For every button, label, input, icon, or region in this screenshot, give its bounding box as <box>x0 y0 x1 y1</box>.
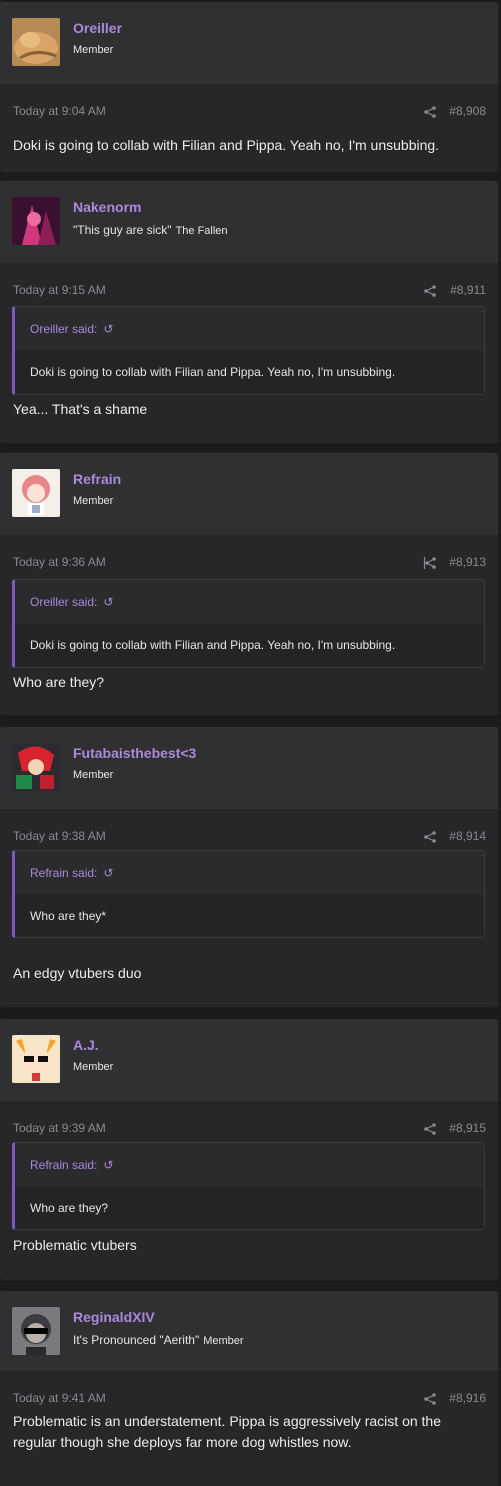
quote-block: Refrain said: ↺ Who are they* <box>12 850 485 938</box>
post-message: Yea... That's a shame <box>13 401 148 417</box>
post-number[interactable]: #8,908 <box>449 104 486 118</box>
post-message: Problematic is an understatement. Pippa … <box>13 1413 441 1450</box>
red-hair-avatar[interactable] <box>12 743 60 791</box>
username[interactable]: ReginaldXIV <box>73 1309 155 1325</box>
post-number[interactable]: #8,916 <box>449 1391 486 1405</box>
post-header: Oreiller Member <box>0 2 498 84</box>
quote-block: Oreiller said: ↺ Doki is going to collab … <box>12 579 485 668</box>
post-message: Who are they? <box>13 674 105 690</box>
share-icon[interactable] <box>423 284 437 298</box>
post-header: Refrain Member <box>0 453 498 535</box>
post: Refrain Member Today at 9:36 AM #8,913 O… <box>0 453 498 715</box>
post: A.J. Member Today at 9:39 AM #8,915 Refr… <box>0 1019 498 1280</box>
quote-header[interactable]: Refrain said: ↺ <box>15 851 484 895</box>
post-header: A.J. Member <box>0 1019 498 1101</box>
username[interactable]: Oreiller <box>73 20 122 36</box>
quote-text: Doki is going to collab with Filian and … <box>30 365 396 379</box>
jump-to-quote-icon[interactable]: ↺ <box>103 866 113 880</box>
user-role-label: Member <box>73 44 114 56</box>
share-icon[interactable] <box>423 1122 437 1136</box>
share-icon[interactable] <box>423 830 437 844</box>
sunglasses-character-avatar[interactable] <box>12 1035 60 1083</box>
username[interactable]: Nakenorm <box>73 199 141 215</box>
post: Nakenorm "This guy are sick" The Fallen T… <box>0 181 498 443</box>
post-message: Doki is going to collab with Filian and … <box>13 137 440 153</box>
quote-text: Doki is going to collab with Filian and … <box>30 638 396 652</box>
jump-to-quote-icon[interactable]: ↺ <box>103 595 113 609</box>
user-role-label: Member <box>73 769 114 781</box>
user-role-label: Member <box>203 1335 244 1347</box>
post-time[interactable]: Today at 9:36 AM <box>13 555 106 569</box>
censored-face-avatar[interactable] <box>12 1307 60 1355</box>
user-role-label: The Fallen <box>175 225 228 237</box>
quote-block: Refrain said: ↺ Who are they? <box>12 1142 485 1230</box>
quote-block: Oreiller said: ↺ Doki is going to collab … <box>12 306 485 395</box>
quote-text: Who are they? <box>30 1201 109 1215</box>
share-icon[interactable] <box>423 105 437 119</box>
quote-header[interactable]: Refrain said: ↺ <box>15 1143 484 1187</box>
user-role: Member <box>73 769 113 781</box>
pink-character-avatar[interactable] <box>12 197 60 245</box>
quote-header[interactable]: Oreiller said: ↺ <box>15 580 484 624</box>
quote-author[interactable]: Oreiller said: ↺ <box>30 595 113 609</box>
post-message: Problematic vtubers <box>13 1237 137 1253</box>
post-message: An edgy vtubers duo <box>13 965 142 981</box>
username[interactable]: Refrain <box>73 471 121 487</box>
user-title: "This guy are sick" <box>73 223 172 237</box>
user-role: Member <box>73 1061 113 1073</box>
user-role-label: Member <box>73 495 114 507</box>
quote-text: Who are they* <box>30 909 107 923</box>
cat-avatar[interactable] <box>12 18 60 66</box>
quote-author[interactable]: Refrain said: ↺ <box>30 1158 113 1172</box>
post-header: Nakenorm "This guy are sick" The Fallen <box>0 181 498 263</box>
username[interactable]: A.J. <box>73 1037 99 1053</box>
quote-author[interactable]: Oreiller said: ↺ <box>30 322 113 336</box>
post-time[interactable]: Today at 9:38 AM <box>13 829 106 843</box>
user-role: "This guy are sick" The Fallen <box>73 223 228 237</box>
user-role: Member <box>73 495 113 507</box>
share-icon[interactable] <box>423 556 437 570</box>
post-number[interactable]: #8,914 <box>449 829 486 843</box>
post-time[interactable]: Today at 9:04 AM <box>13 104 106 118</box>
post-header: ReginaldXIV It's Pronounced "Aerith" Memb… <box>0 1291 498 1371</box>
post: Oreiller Member Today at 9:04 AM #8,908 … <box>0 2 498 172</box>
post-time[interactable]: Today at 9:15 AM <box>13 283 106 297</box>
post-number[interactable]: #8,915 <box>449 1121 486 1135</box>
jump-to-quote-icon[interactable]: ↺ <box>103 1158 113 1172</box>
user-role: Member <box>73 44 113 56</box>
username[interactable]: Futabaisthebest<3 <box>73 745 196 761</box>
quote-header[interactable]: Oreiller said: ↺ <box>15 307 484 351</box>
post-number[interactable]: #8,913 <box>449 555 486 569</box>
anime-girl-avatar[interactable] <box>12 469 60 517</box>
user-role: It's Pronounced "Aerith" Member <box>73 1333 244 1347</box>
post: ReginaldXIV It's Pronounced "Aerith" Memb… <box>0 1291 498 1486</box>
user-title: It's Pronounced "Aerith" <box>73 1333 200 1347</box>
post-header: Futabaisthebest<3 Member <box>0 727 498 809</box>
post-number[interactable]: #8,911 <box>450 283 486 297</box>
post-time[interactable]: Today at 9:41 AM <box>13 1391 106 1405</box>
post-time[interactable]: Today at 9:39 AM <box>13 1121 106 1135</box>
jump-to-quote-icon[interactable]: ↺ <box>103 322 113 336</box>
user-role-label: Member <box>73 1061 114 1073</box>
quote-author[interactable]: Refrain said: ↺ <box>30 866 113 880</box>
share-icon[interactable] <box>423 1392 437 1406</box>
post: Futabaisthebest<3 Member Today at 9:38 A… <box>0 727 498 1007</box>
